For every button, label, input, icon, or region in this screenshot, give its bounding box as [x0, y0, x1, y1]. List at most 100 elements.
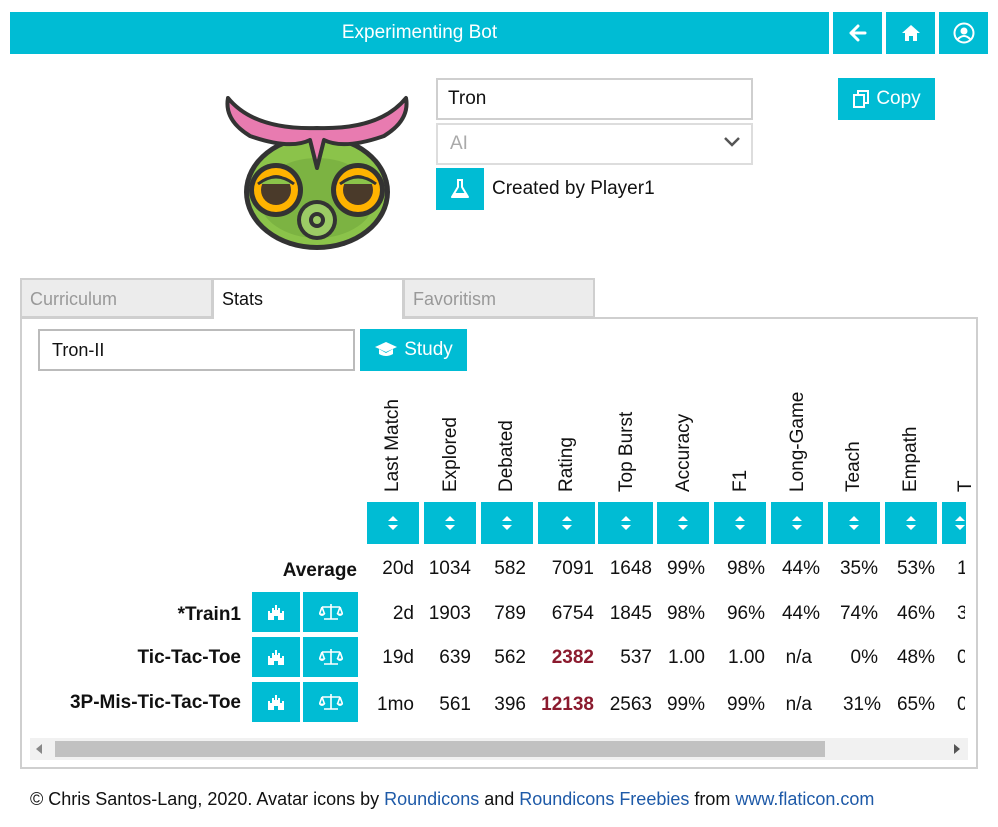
- 3p-accuracy: 99%: [666, 694, 705, 715]
- tictactoe-long-game: n/a: [785, 647, 812, 668]
- sort-icon: [678, 516, 688, 530]
- curriculum-button[interactable]: [252, 682, 300, 722]
- column-header-debated: Debated: [496, 420, 517, 492]
- sort-icon: [955, 516, 965, 530]
- favoritism-button[interactable]: [303, 637, 358, 677]
- scroll-right-icon[interactable]: [952, 743, 962, 755]
- column-header-top-burst: Top Burst: [616, 411, 637, 492]
- balance-scale-icon: [318, 694, 343, 710]
- curriculum-button[interactable]: [252, 592, 300, 632]
- footer-from: from: [689, 789, 736, 809]
- train1-debated: 789: [494, 603, 526, 624]
- scroll-left-icon[interactable]: [34, 743, 44, 755]
- tictactoe-rating: 2382: [551, 647, 594, 668]
- flask-icon: [451, 179, 469, 198]
- sort-button-last-match[interactable]: [367, 502, 419, 544]
- train1-top-burst: 1845: [609, 603, 652, 624]
- 3p-last-match: 1mo: [377, 694, 414, 715]
- bot-avatar: [225, 96, 409, 250]
- sort-icon: [445, 516, 455, 530]
- tictactoe-truncated: 0: [957, 647, 965, 668]
- train1-long-game: 44%: [781, 603, 820, 624]
- sort-button-f1[interactable]: [714, 502, 766, 544]
- average-f1: 98%: [726, 558, 765, 579]
- study-search-input[interactable]: Tron-II: [38, 329, 355, 371]
- column-header-truncated: T: [955, 480, 976, 492]
- tab-label: Curriculum: [30, 289, 118, 309]
- average-long-game: 44%: [781, 558, 820, 579]
- roundicons-freebies-link[interactable]: Roundicons Freebies: [519, 789, 689, 809]
- 3p-truncated: 0: [957, 694, 965, 715]
- bot-type-select[interactable]: AI: [436, 123, 753, 165]
- column-header-accuracy: Accuracy: [673, 413, 694, 492]
- footer-credits: © Chris Santos-Lang, 2020. Avatar icons …: [30, 789, 874, 810]
- sort-icon: [502, 516, 512, 530]
- bot-name-field[interactable]: Tron: [436, 78, 753, 120]
- tab-favoritism[interactable]: Favoritism: [403, 278, 595, 318]
- back-button[interactable]: [833, 12, 882, 54]
- account-button[interactable]: [939, 12, 988, 54]
- train1-empath: 46%: [896, 603, 935, 624]
- sort-icon: [735, 516, 745, 530]
- copy-button[interactable]: Copy: [838, 78, 935, 120]
- 3p-teach: 31%: [842, 694, 881, 715]
- sort-button-rating[interactable]: [538, 502, 595, 544]
- 3p-f1: 99%: [726, 694, 765, 715]
- average-last-match: 20d: [382, 558, 414, 579]
- sort-button-explored[interactable]: [424, 502, 476, 544]
- tab-stats[interactable]: Stats: [212, 278, 404, 319]
- footer-prefix: © Chris Santos-Lang, 2020. Avatar icons …: [30, 789, 385, 809]
- chevron-down-icon: [724, 137, 740, 147]
- sort-button-empath[interactable]: [885, 502, 937, 544]
- study-label: Study: [404, 339, 453, 360]
- sort-button-truncated[interactable]: [942, 502, 966, 544]
- roundicons-link[interactable]: Roundicons: [384, 789, 479, 809]
- sort-button-accuracy[interactable]: [657, 502, 709, 544]
- column-header-empath: Empath: [900, 426, 921, 492]
- castle-icon: [268, 650, 284, 665]
- sort-icon: [388, 516, 398, 530]
- sort-icon: [561, 516, 572, 530]
- 3p-debated: 396: [494, 694, 526, 715]
- average-empath: 53%: [896, 558, 935, 579]
- column-header-long-game: Long-Game: [787, 391, 808, 492]
- sort-icon: [849, 516, 859, 530]
- scrollbar-thumb[interactable]: [55, 741, 825, 757]
- castle-icon: [268, 695, 284, 710]
- user-circle-icon: [953, 22, 974, 44]
- 3p-long-game: n/a: [785, 694, 812, 715]
- average-truncated: 1: [957, 558, 965, 579]
- flaticon-link[interactable]: www.flaticon.com: [735, 789, 874, 809]
- curriculum-button[interactable]: [252, 637, 300, 677]
- train1-truncated: 3: [957, 603, 965, 624]
- balance-scale-icon: [318, 649, 343, 665]
- home-button[interactable]: [886, 12, 935, 54]
- study-button[interactable]: Study: [360, 329, 467, 371]
- sort-button-top-burst[interactable]: [598, 502, 653, 544]
- train1-teach: 74%: [839, 603, 878, 624]
- sort-button-debated[interactable]: [481, 502, 533, 544]
- tab-curriculum[interactable]: Curriculum: [20, 278, 213, 318]
- row-label-train1: *Train1: [177, 604, 241, 625]
- favoritism-button[interactable]: [303, 682, 358, 722]
- castle-icon: [268, 605, 284, 620]
- experiment-button[interactable]: [436, 168, 484, 210]
- average-accuracy: 99%: [666, 558, 705, 579]
- column-header-f1: F1: [730, 469, 751, 492]
- train1-f1: 96%: [726, 603, 765, 624]
- sort-button-teach[interactable]: [828, 502, 880, 544]
- bot-type-selected: AI: [450, 133, 468, 154]
- tictactoe-last-match: 19d: [382, 647, 414, 668]
- tictactoe-top-burst: 537: [620, 647, 652, 668]
- sort-button-long-game[interactable]: [771, 502, 823, 544]
- arrow-left-icon: [849, 24, 866, 42]
- row-label-3p-mis-tic-tac-toe: 3P-Mis-Tic-Tac-Toe: [69, 692, 241, 713]
- 3p-rating: 12138: [541, 694, 594, 715]
- tictactoe-f1: 1.00: [728, 647, 765, 668]
- favoritism-button[interactable]: [303, 592, 358, 632]
- average-top-burst: 1648: [609, 558, 652, 579]
- tictactoe-teach: 0%: [850, 647, 878, 668]
- sort-icon: [792, 516, 802, 530]
- train1-accuracy: 98%: [666, 603, 705, 624]
- sort-icon: [906, 516, 916, 530]
